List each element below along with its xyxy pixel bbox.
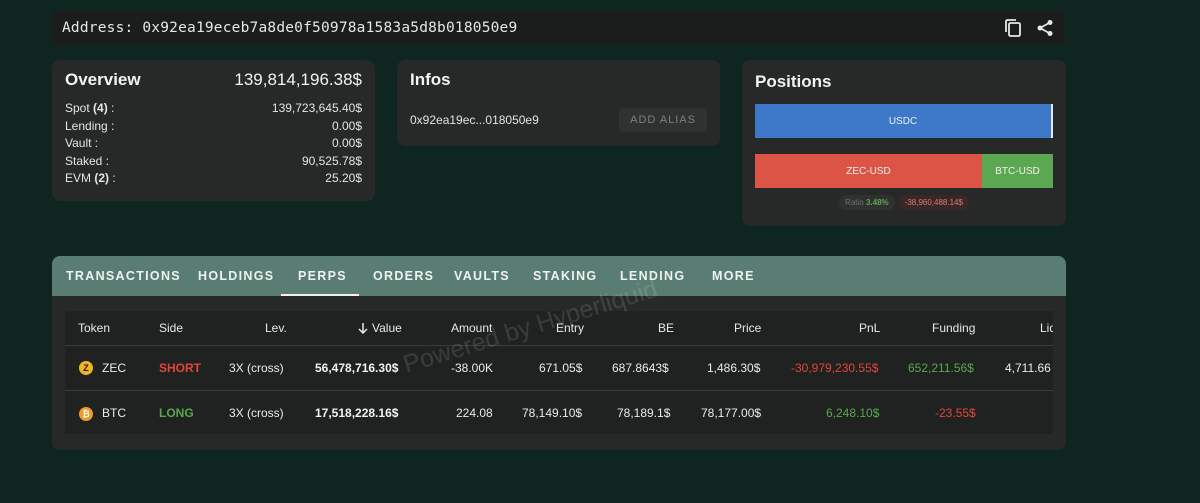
cell-be: 78,189.1$ bbox=[617, 406, 671, 420]
usdc-position-bar[interactable]: USDC bbox=[755, 104, 1053, 138]
cell-entry: 78,149.10$ bbox=[522, 406, 583, 420]
header-price[interactable]: Price bbox=[734, 321, 761, 335]
overview-total: 139,814,196.38$ bbox=[234, 70, 362, 89]
header-side[interactable]: Side bbox=[159, 321, 183, 335]
add-alias-button[interactable]: ADD ALIAS bbox=[619, 108, 707, 132]
cell-lev: 3X (cross) bbox=[229, 361, 284, 375]
tab-more[interactable]: MORE bbox=[712, 256, 755, 296]
cell-side: LONG bbox=[159, 406, 194, 420]
cell-be: 687.8643$ bbox=[612, 361, 669, 375]
btc-position-bar[interactable]: BTC-USD bbox=[982, 154, 1053, 188]
overview-card: Overview 139,814,196.38$ Spot (4) : 139,… bbox=[52, 60, 375, 201]
cell-lev: 3X (cross) bbox=[229, 406, 284, 420]
copy-icon[interactable] bbox=[1003, 18, 1023, 38]
cell-amount: -38.00K bbox=[451, 361, 494, 375]
net-value-badge: -38,960,488.14$ bbox=[898, 195, 969, 210]
positions-card: Positions USDC ZEC-USD BTC-USD Ratio 3.4… bbox=[742, 60, 1066, 226]
cell-value: 17,518,228.16$ bbox=[315, 406, 399, 420]
zcash-icon: Z bbox=[79, 361, 93, 375]
address-actions bbox=[1003, 18, 1055, 38]
cell-liq: 4,711.66 bbox=[1005, 361, 1051, 375]
zec-position-bar[interactable]: ZEC-USD bbox=[755, 154, 982, 188]
portfolio-panel: TRANSACTIONS HOLDINGS PERPS ORDERS VAULT… bbox=[52, 256, 1066, 450]
tab-transactions[interactable]: TRANSACTIONS bbox=[66, 256, 181, 296]
tab-bar: TRANSACTIONS HOLDINGS PERPS ORDERS VAULT… bbox=[52, 256, 1066, 296]
tab-perps[interactable]: PERPS bbox=[298, 256, 347, 296]
overview-row-lending: Lending : 0.00$ bbox=[65, 118, 362, 133]
infos-card: Infos 0x92ea19ec...018050e9 ADD ALIAS bbox=[397, 60, 720, 146]
row-divider bbox=[65, 390, 1053, 391]
perps-table: Token Side Lev. Value Amount Entry BE Pr… bbox=[65, 311, 1053, 434]
cell-token: BTC bbox=[102, 406, 126, 420]
cell-side: SHORT bbox=[159, 361, 201, 375]
tab-vaults[interactable]: VAULTS bbox=[454, 256, 510, 296]
header-funding[interactable]: Funding bbox=[932, 321, 975, 335]
cell-pnl: 6,248.10$ bbox=[826, 406, 880, 420]
infos-title: Infos bbox=[410, 70, 451, 89]
header-liq[interactable]: Liq bbox=[1040, 321, 1053, 335]
cell-funding: -23.55$ bbox=[935, 406, 976, 420]
tab-lending[interactable]: LENDING bbox=[620, 256, 685, 296]
header-value[interactable]: Value bbox=[357, 321, 402, 335]
cell-entry: 671.05$ bbox=[539, 361, 583, 375]
wallet-address: Address: 0x92ea19eceb7a8de0f50978a1583a5… bbox=[62, 19, 518, 36]
bitcoin-icon: ₿ bbox=[79, 407, 93, 421]
header-be[interactable]: BE bbox=[658, 321, 674, 335]
header-pnl[interactable]: PnL bbox=[859, 321, 880, 335]
cell-token: ZEC bbox=[102, 361, 126, 375]
positions-title: Positions bbox=[755, 72, 832, 91]
address-bar: Address: 0x92ea19eceb7a8de0f50978a1583a5… bbox=[52, 10, 1065, 45]
overview-row-spot: Spot (4) : 139,723,645.40$ bbox=[65, 101, 362, 115]
header-token[interactable]: Token bbox=[78, 321, 110, 335]
header-divider bbox=[65, 345, 1053, 346]
tab-holdings[interactable]: HOLDINGS bbox=[198, 256, 274, 296]
cell-value: 56,478,716.30$ bbox=[315, 361, 399, 375]
cell-amount: 224.08 bbox=[456, 406, 493, 420]
overview-row-staked: Staked : 90,525.78$ bbox=[65, 153, 362, 168]
short-address: 0x92ea19ec...018050e9 bbox=[410, 113, 539, 127]
cell-pnl: -30,979,230.55$ bbox=[791, 361, 879, 375]
cell-funding: 652,211.56$ bbox=[908, 361, 974, 375]
overview-title: Overview bbox=[65, 70, 141, 89]
overview-row-evm: EVM (2) : 25.20$ bbox=[65, 171, 362, 185]
ratio-badge: Ratio 3.48% bbox=[839, 195, 895, 210]
cell-price: 78,177.00$ bbox=[701, 406, 762, 420]
header-lev[interactable]: Lev. bbox=[265, 321, 287, 335]
tab-orders[interactable]: ORDERS bbox=[373, 256, 434, 296]
active-tab-indicator bbox=[281, 294, 359, 296]
cell-price: 1,486.30$ bbox=[707, 361, 761, 375]
tab-staking[interactable]: STAKING bbox=[533, 256, 597, 296]
header-entry[interactable]: Entry bbox=[556, 321, 584, 335]
header-amount[interactable]: Amount bbox=[451, 321, 492, 335]
sort-down-icon bbox=[358, 323, 368, 334]
share-icon[interactable] bbox=[1035, 18, 1055, 38]
overview-row-vault: Vault : 0.00$ bbox=[65, 136, 362, 150]
